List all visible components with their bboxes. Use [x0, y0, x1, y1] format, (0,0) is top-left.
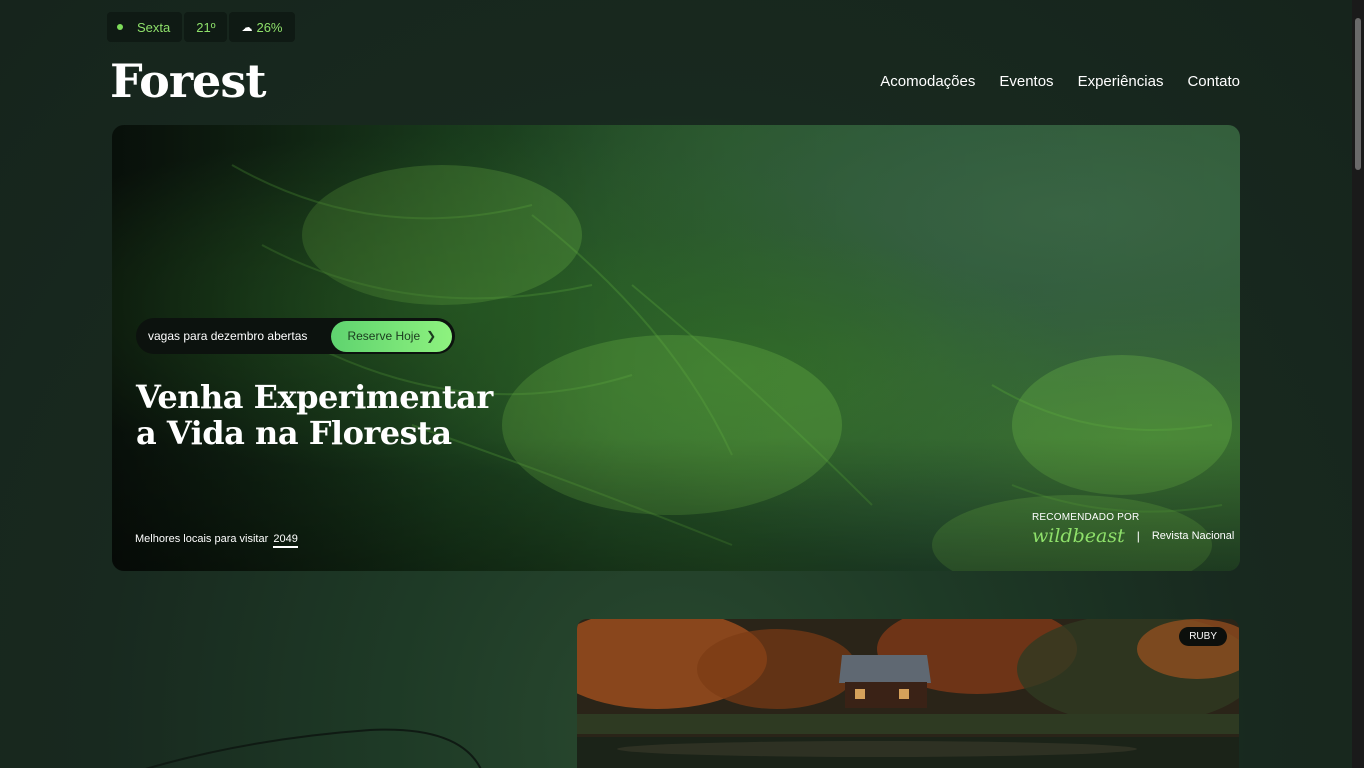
best-places-text: Melhores locais para visitar	[135, 533, 269, 545]
booking-text: vagas para dezembro abertas	[148, 329, 308, 343]
site-logo[interactable]: Forest	[110, 54, 266, 108]
cabin-lake-image	[577, 619, 1239, 768]
day-chip: Sexta	[107, 12, 183, 42]
decorative-curve	[145, 728, 482, 768]
day-label: Sexta	[137, 19, 171, 35]
rain-label: 26%	[256, 19, 283, 35]
weather-status-bar: Sexta 21º ☁ 26%	[107, 12, 295, 42]
best-places-year[interactable]: 2049	[273, 533, 298, 548]
hero-title: Venha Experimentar a Vida na Floresta	[136, 379, 493, 451]
main-nav: Acomodações Eventos Experiências Contato	[880, 73, 1240, 90]
wildbeast-logo: wildbeast	[1032, 525, 1125, 547]
online-dot-icon	[117, 24, 123, 30]
rain-chip: ☁ 26%	[229, 12, 295, 42]
chevron-right-icon: ❯	[426, 329, 437, 343]
magazine-name: Revista Nacional	[1151, 530, 1235, 542]
temperature-chip: 21º	[184, 12, 228, 42]
recommended-label: RECOMENDADO POR	[1032, 512, 1140, 523]
temperature-label: 21º	[196, 19, 216, 35]
cabin-card[interactable]: RUBY	[577, 619, 1239, 768]
recommended-by: RECOMENDADO POR wildbeast | Revista Naci…	[1032, 512, 1234, 547]
rain-cloud-icon: ☁	[241, 21, 253, 34]
nav-experiencias[interactable]: Experiências	[1078, 73, 1164, 90]
hero-title-line2: a Vida na Floresta	[136, 414, 452, 452]
hero-banner: vagas para dezembro abertas Reserve Hoje…	[112, 125, 1240, 571]
best-places-caption: Melhores locais para visitar 2049	[135, 533, 298, 548]
separator: |	[1136, 529, 1140, 543]
card-tag-badge: RUBY	[1179, 627, 1227, 646]
nav-acomodacoes[interactable]: Acomodações	[880, 73, 975, 90]
hero-title-line1: Venha Experimentar	[136, 378, 493, 416]
reserve-button[interactable]: Reserve Hoje ❯	[331, 320, 453, 352]
nav-eventos[interactable]: Eventos	[999, 73, 1053, 90]
booking-pill: vagas para dezembro abertas Reserve Hoje…	[136, 318, 456, 354]
scrollbar[interactable]	[1352, 0, 1364, 768]
scrollbar-thumb[interactable]	[1355, 18, 1361, 170]
nav-contato[interactable]: Contato	[1187, 73, 1240, 90]
reserve-button-label: Reserve Hoje	[347, 329, 421, 343]
